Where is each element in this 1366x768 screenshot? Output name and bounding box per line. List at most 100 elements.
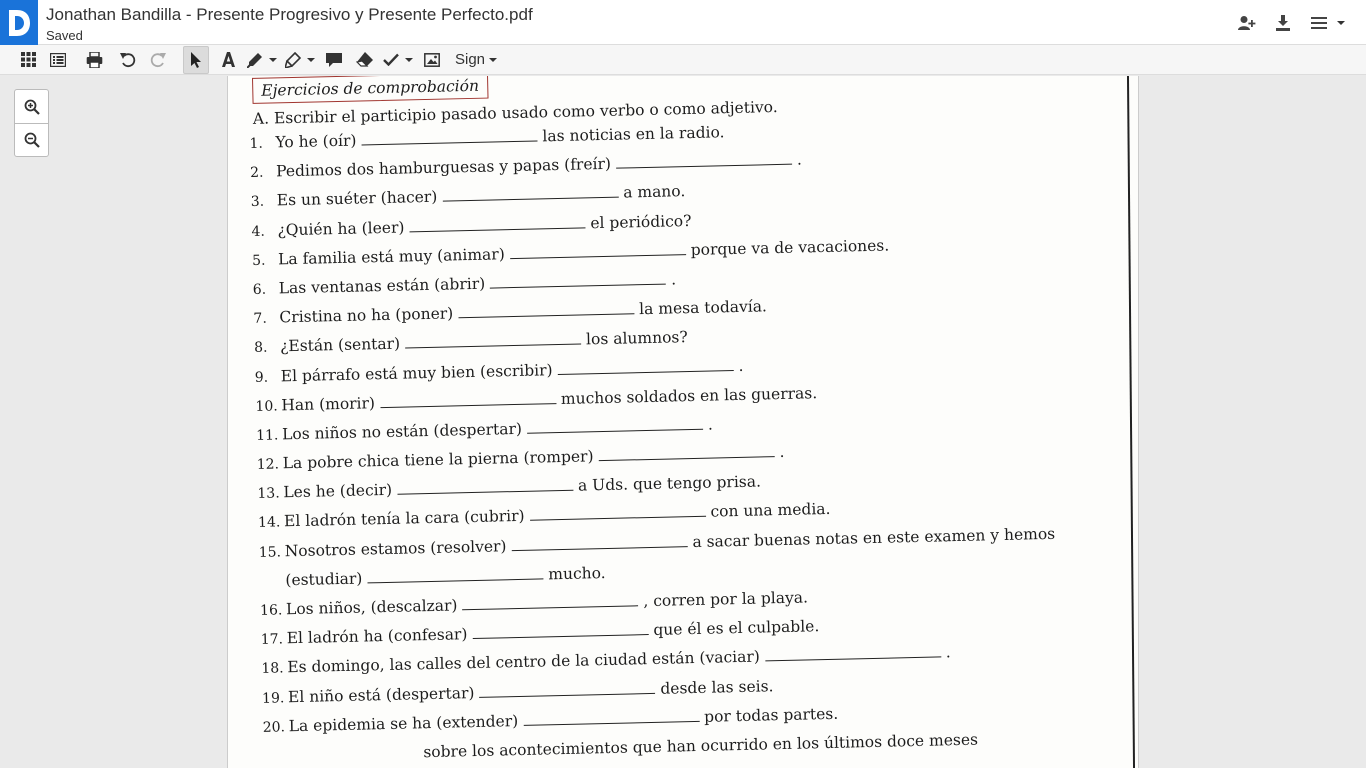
item-number: 7. — [253, 310, 268, 328]
item-number: 1. — [249, 135, 264, 152]
answer-blank[interactable] — [615, 152, 793, 169]
app-logo[interactable] — [0, 0, 38, 45]
answer-blank[interactable] — [367, 567, 544, 584]
download-icon[interactable] — [1272, 12, 1294, 34]
answer-blank[interactable] — [442, 186, 619, 202]
item-suffix: la mesa todavía. — [638, 297, 768, 319]
zoom-controls — [14, 89, 49, 157]
answer-blank[interactable] — [764, 645, 941, 662]
item-suffix: el periódico? — [590, 211, 692, 232]
draw-icon — [247, 52, 262, 68]
redo-icon[interactable] — [147, 46, 169, 74]
item-number: 18. — [261, 660, 284, 678]
answer-blank[interactable] — [479, 681, 656, 698]
toolbar: Sign — [0, 45, 1366, 75]
comment-icon[interactable] — [323, 46, 345, 74]
pdf-page[interactable]: Ejercicios de comprobación A. Escribir e… — [227, 76, 1139, 768]
item-number: 10. — [255, 398, 278, 415]
item-prompt: Yo he (oír) — [275, 131, 357, 152]
item-suffix: con una media. — [710, 500, 831, 522]
item-prompt: ¿Están (sentar) — [279, 334, 401, 356]
eraser-icon[interactable] — [353, 46, 375, 74]
sign-dropdown[interactable]: Sign — [455, 51, 498, 68]
item-suffix: que él es el culpable. — [653, 617, 820, 640]
item-prompt: ¿Quién ha (leer) — [277, 218, 405, 239]
undo-icon[interactable] — [117, 46, 139, 74]
item-prompt: Los niños, (descalzar) — [285, 596, 458, 619]
add-user-icon[interactable] — [1236, 12, 1258, 34]
zoom-in-icon — [24, 99, 40, 115]
item-number: 3. — [250, 194, 265, 211]
item-suffix: , corren por la playa. — [643, 588, 809, 611]
item-prompt: Nosotros estamos (resolver) — [284, 536, 507, 560]
text-icon[interactable] — [217, 46, 239, 74]
print-icon[interactable] — [83, 46, 105, 74]
zoom-out-button[interactable] — [15, 123, 48, 156]
zoom-in-button[interactable] — [15, 90, 48, 123]
item-number: 16. — [259, 602, 283, 619]
item-prompt: Han (morir) — [281, 393, 376, 415]
answer-blank[interactable] — [361, 129, 538, 146]
item-suffix: . — [796, 150, 803, 169]
scan-edge — [1126, 76, 1136, 768]
item-prompt: El niño está (despertar) — [287, 683, 475, 706]
item-suffix: . — [779, 442, 785, 462]
sign-label: Sign — [455, 51, 486, 68]
item-suffix: . — [670, 270, 677, 289]
answer-blank[interactable] — [598, 445, 775, 462]
item-suffix: desde las seis. — [660, 676, 774, 698]
item-prompt: Es un suéter (hacer) — [276, 188, 438, 210]
item-suffix: a Uds. que tengo prisa. — [577, 472, 762, 495]
answer-blank[interactable] — [409, 215, 586, 232]
item-number: 9. — [254, 369, 269, 386]
item-number: 13. — [257, 485, 280, 503]
item-suffix: . — [945, 643, 951, 662]
menu-icon[interactable] — [1308, 12, 1348, 34]
chevron-down-icon — [269, 57, 277, 62]
answer-blank[interactable] — [472, 623, 649, 640]
item-prompt: El ladrón ha (confesar) — [286, 625, 468, 648]
image-icon[interactable] — [421, 46, 443, 74]
item-suffix: por todas partes. — [703, 704, 839, 726]
document-title[interactable]: Jonathan Bandilla - Presente Progresivo … — [46, 5, 533, 25]
answer-blank[interactable] — [523, 709, 700, 726]
item-suffix: porque va de vacaciones. — [690, 236, 890, 259]
item-suffix: mucho. — [548, 563, 606, 584]
item-number: 2. — [249, 164, 264, 182]
grid-icon[interactable] — [17, 46, 39, 74]
answer-blank[interactable] — [462, 594, 639, 611]
item-prompt: La familia está muy (animar) — [277, 244, 505, 269]
answer-blank[interactable] — [529, 505, 706, 522]
item-number: 11. — [255, 427, 279, 444]
answer-blank[interactable] — [379, 391, 557, 408]
select-icon[interactable] — [183, 45, 209, 74]
answer-blank[interactable] — [511, 534, 688, 551]
item-prompt: (estudiar) — [285, 569, 363, 590]
save-status: Saved — [46, 28, 83, 43]
item-prompt: La epidemia se ha (extender) — [288, 711, 519, 735]
item-prompt: Cristina no ha (poner) — [279, 304, 454, 327]
answer-blank[interactable] — [458, 302, 635, 319]
answer-blank[interactable] — [509, 242, 686, 259]
answer-blank[interactable] — [490, 272, 667, 289]
page-content: Ejercicios de comprobación A. Escribir e… — [248, 76, 1123, 765]
draw-tool[interactable] — [247, 52, 277, 68]
answer-blank[interactable] — [557, 358, 734, 375]
answer-blank[interactable] — [526, 417, 704, 434]
item-number: 4. — [251, 223, 266, 240]
item-suffix: los alumnos? — [585, 328, 688, 349]
check-icon — [383, 53, 399, 66]
highlight-tool[interactable] — [285, 51, 315, 68]
item-number: 14. — [257, 514, 281, 532]
answer-blank[interactable] — [404, 332, 582, 349]
check-tool[interactable] — [383, 53, 413, 66]
chevron-down-icon — [489, 57, 498, 62]
answer-blank[interactable] — [396, 478, 574, 495]
item-prompt: Las ventanas están (abrir) — [278, 274, 486, 298]
item-number: 5. — [251, 252, 266, 269]
exercise-list: 1. Yo he (oír) las noticias en la radio. 2.… — [249, 114, 1123, 746]
item-number: 20. — [262, 719, 286, 736]
list-icon[interactable] — [47, 46, 69, 74]
zoom-out-icon — [24, 132, 40, 148]
item-prompt: Les he (decir) — [283, 481, 393, 502]
